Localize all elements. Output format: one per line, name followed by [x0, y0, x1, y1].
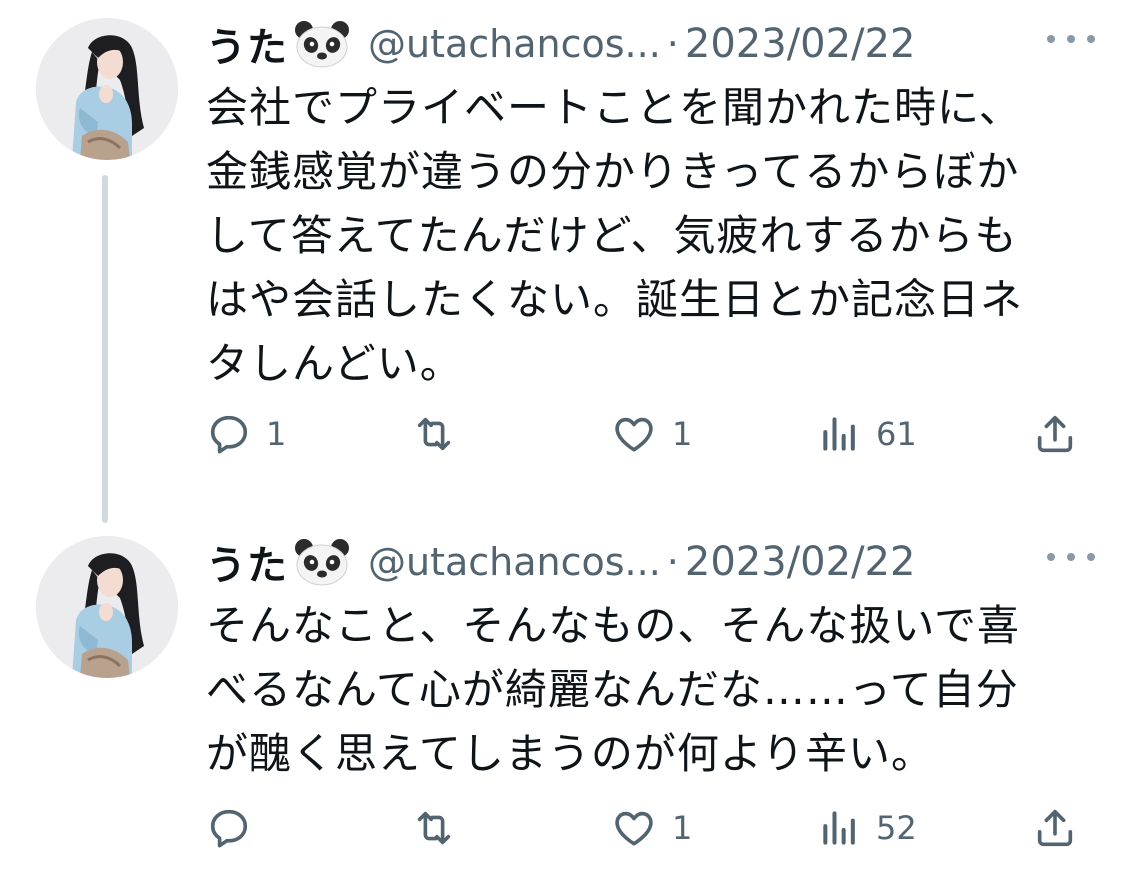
like-button[interactable]: 1 [610, 411, 692, 457]
share-icon [1037, 809, 1073, 847]
like-count: 1 [672, 415, 693, 453]
tweet-text-line: 会社でプライベートことを聞かれた時に、 [206, 83, 1022, 132]
display-name[interactable]: うた [206, 15, 288, 73]
like-count: 1 [672, 809, 693, 847]
tweet-text-line: して答えてたんだけど、気疲れするからも [206, 211, 1018, 260]
tweet-text-line: はや会話したくない。誕生日とか記念日ネ [206, 275, 1024, 324]
separator-dot: · [666, 540, 679, 584]
tweet[interactable]: うた @utachancos... · 2023/02/22 会社でプライベート… [0, 0, 1125, 523]
reply-icon [210, 415, 248, 454]
view-count: 61 [876, 415, 917, 453]
retweet-icon [417, 417, 451, 451]
tweet-text: そんなこと、そんなもの、そんな扱いで喜 べるなんて心が綺麗なんだな……って自分 … [206, 594, 1086, 786]
tweet-text: 会社でプライベートことを聞かれた時に、 金銭感覚が違うの分かりきってるからぼか … [206, 76, 1086, 396]
like-button[interactable]: 1 [610, 805, 692, 851]
action-bar: 1 52 [206, 800, 1085, 856]
retweet-icon [417, 811, 451, 845]
retweet-button[interactable] [410, 805, 472, 851]
tweet-header: うた @utachancos... · 2023/02/22 [206, 15, 1095, 73]
timestamp[interactable]: 2023/02/22 [685, 21, 916, 67]
views-icon [823, 417, 855, 451]
tweet-text-line: タしんどい。 [206, 339, 463, 388]
more-icon[interactable] [1047, 542, 1095, 572]
display-name[interactable]: うた [206, 533, 288, 591]
reply-button[interactable]: 1 [206, 411, 286, 457]
separator-dot: · [666, 22, 679, 66]
thread-line [102, 175, 108, 523]
tweet-text-line: べるなんて心が綺麗なんだな……って自分 [206, 665, 1019, 714]
reply-icon [210, 809, 248, 848]
tweet-text-line: そんなこと、そんなもの、そんな扱いで喜 [206, 601, 1021, 650]
share-button[interactable] [1032, 805, 1078, 851]
retweet-button[interactable] [410, 411, 472, 457]
panda-face-icon [294, 20, 350, 68]
more-icon[interactable] [1047, 24, 1095, 54]
action-bar: 1 1 61 [206, 406, 1085, 462]
heart-icon [615, 811, 653, 846]
timestamp[interactable]: 2023/02/22 [685, 539, 916, 585]
share-button[interactable] [1032, 411, 1078, 457]
avatar[interactable] [36, 18, 178, 160]
share-icon [1037, 415, 1073, 453]
reply-button[interactable] [206, 805, 266, 851]
reply-count: 1 [266, 415, 287, 453]
views-icon [823, 811, 855, 845]
tweet[interactable]: うた @utachancos... · 2023/02/22 そんなこと、そんな… [0, 518, 1125, 880]
tweet-header: うた @utachancos... · 2023/02/22 [206, 533, 1095, 591]
tweet-text-line: が醜く思えてしまうのが何より辛い。 [206, 729, 935, 778]
panda-face-icon [294, 538, 350, 586]
views-button[interactable]: 61 [818, 411, 917, 457]
heart-icon [615, 417, 653, 452]
tweet-text-line: 金銭感覚が違うの分かりきってるからぼか [206, 147, 1020, 196]
views-button[interactable]: 52 [818, 805, 917, 851]
view-count: 52 [876, 809, 917, 847]
handle[interactable]: @utachancos... [368, 540, 661, 584]
handle[interactable]: @utachancos... [368, 22, 661, 66]
avatar[interactable] [36, 536, 178, 678]
